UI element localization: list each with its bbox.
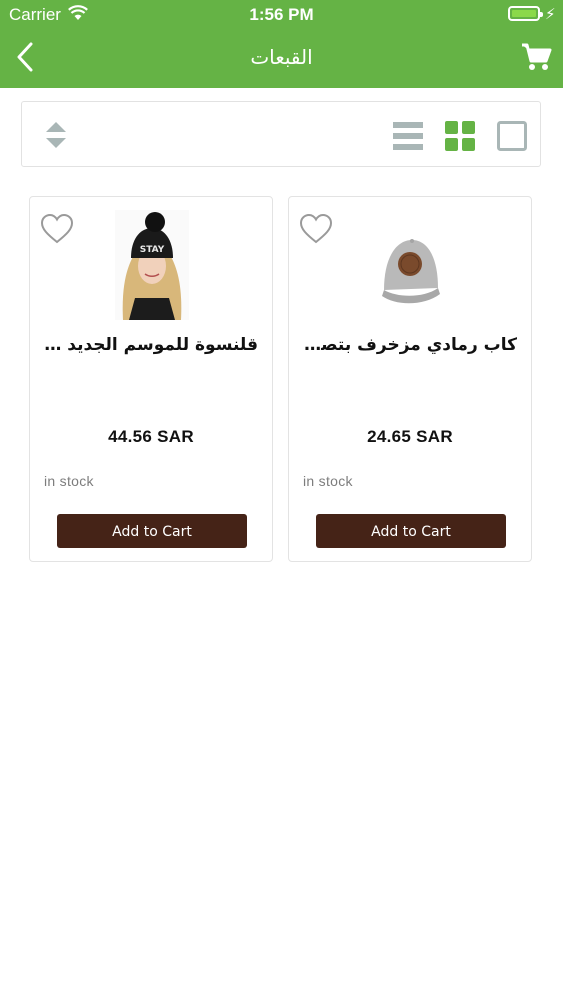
gray-cap-photo[interactable] (374, 210, 448, 320)
grid-view-icon[interactable] (445, 121, 475, 151)
stock-status: in stock (44, 473, 94, 489)
shopping-cart-icon[interactable] (520, 42, 552, 72)
view-toolbar (21, 101, 541, 167)
status-bar: Carrier 1:56 PM ⚡ (0, 0, 563, 30)
status-time: 1:56 PM (249, 5, 314, 24)
product-name[interactable]: قلنسوة للموسم الجديد بكرة... (44, 335, 258, 355)
product-name[interactable]: كاب رمادي مزخرف بتصميم (303, 335, 517, 355)
page-title: القبعات (250, 47, 313, 69)
sort-updown-icon[interactable] (44, 121, 68, 149)
woman-beanie-photo[interactable]: STAY (115, 210, 189, 320)
app-header: Carrier 1:56 PM ⚡ القبعات (0, 0, 563, 88)
svg-text:STAY: STAY (140, 245, 165, 255)
add-to-cart-button[interactable]: Add to Cart (316, 514, 506, 548)
add-to-cart-button[interactable]: Add to Cart (57, 514, 247, 548)
single-view-icon[interactable] (497, 121, 527, 151)
charging-bolt-icon: ⚡ (545, 6, 556, 23)
heart-icon[interactable] (299, 213, 333, 245)
heart-icon[interactable] (40, 213, 74, 245)
list-view-icon[interactable] (393, 121, 423, 151)
battery-icon (508, 6, 543, 21)
product-card[interactable]: كاب رمادي مزخرف بتصميم 24.65 SAR in stoc… (288, 196, 532, 562)
product-price: 44.56 SAR (108, 427, 194, 446)
stock-status: in stock (303, 473, 353, 489)
product-card[interactable]: STAY قلنسوة للموسم الجديد بكرة... 44.56 … (29, 196, 273, 562)
product-price: 24.65 SAR (367, 427, 453, 446)
